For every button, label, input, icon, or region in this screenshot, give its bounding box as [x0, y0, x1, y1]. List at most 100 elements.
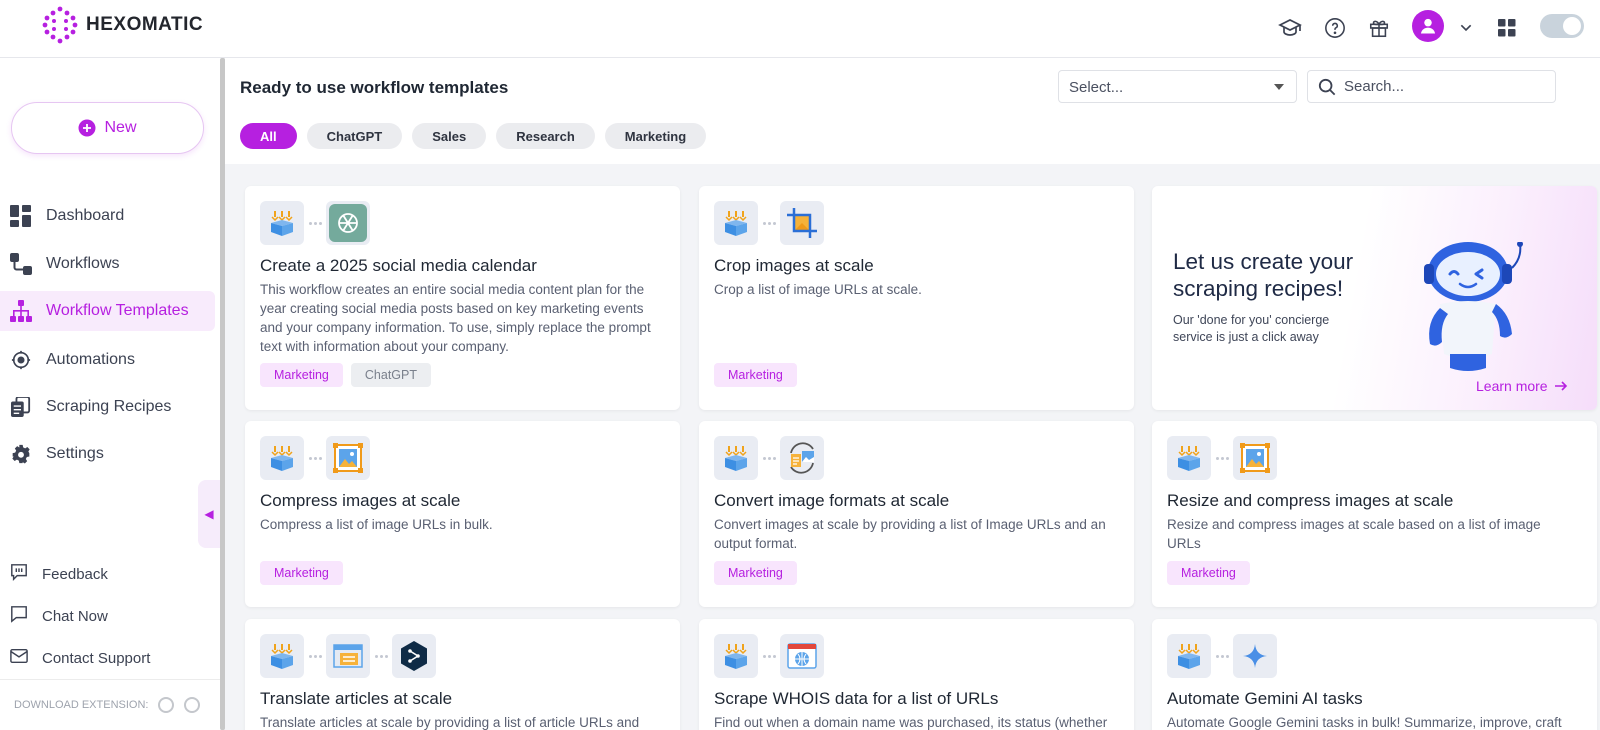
template-card[interactable]: Convert image formats at scale Convert i… — [699, 421, 1134, 607]
tag-marketing[interactable]: Marketing — [260, 561, 343, 585]
promo-card[interactable]: Let us create your scraping recipes! Our… — [1152, 186, 1597, 410]
contact-support-link[interactable]: Contact Support — [0, 640, 215, 676]
card-title: Create a 2025 social media calendar — [260, 256, 537, 275]
template-card[interactable]: Compress images at scale Compress a list… — [245, 421, 680, 607]
connector-dots — [1211, 654, 1233, 658]
plus-circle-icon — [78, 119, 96, 137]
chevron-down-icon[interactable] — [1453, 15, 1479, 41]
chrome-extension-icon[interactable] — [158, 696, 175, 713]
main-header: Ready to use workflow templates Select..… — [225, 58, 1600, 164]
tag-chatgpt[interactable]: ChatGPT — [350, 363, 431, 387]
contact-support-label: Contact Support — [42, 649, 151, 667]
deepl-icon — [392, 634, 436, 678]
card-description: Convert images at scale by providing a l… — [714, 517, 1106, 551]
help-icon[interactable] — [1322, 15, 1348, 41]
data-input-icon — [1167, 634, 1211, 678]
card-description: Compress a list of image URLs in bulk. — [260, 517, 493, 532]
category-select-value: Select... — [1069, 79, 1124, 96]
template-card[interactable]: Crop images at scale Crop a list of imag… — [699, 186, 1134, 410]
sidebar-item-workflows[interactable]: Workflows — [0, 244, 215, 284]
card-title: Resize and compress images at scale — [1167, 491, 1454, 510]
template-card[interactable]: Translate articles at scale Translate ar… — [245, 619, 680, 730]
sidebar-item-scraping-recipes[interactable]: Scraping Recipes — [0, 387, 215, 427]
category-select[interactable]: Select... — [1058, 70, 1297, 103]
tag-marketing[interactable]: Marketing — [1167, 561, 1250, 585]
theme-toggle[interactable] — [1540, 14, 1584, 38]
connector-dots — [758, 654, 780, 658]
automations-icon — [10, 349, 32, 371]
search-box — [1307, 70, 1556, 103]
chip-all[interactable]: All — [240, 123, 297, 149]
search-input[interactable] — [1344, 78, 1544, 95]
sidebar-item-settings[interactable]: Settings — [0, 434, 215, 474]
sidebar: New Dashboard Workflows Workflow Templat… — [0, 58, 221, 730]
data-input-icon — [260, 634, 304, 678]
card-title: Compress images at scale — [260, 491, 461, 510]
gear-icon — [10, 443, 32, 465]
data-input-icon — [714, 201, 758, 245]
caret-down-icon — [1274, 84, 1284, 90]
chip-research[interactable]: Research — [496, 123, 595, 149]
connector-dots — [1211, 456, 1233, 460]
connector-dots — [758, 221, 780, 225]
mail-icon — [10, 648, 28, 668]
gift-icon[interactable] — [1366, 15, 1392, 41]
connector-dots — [304, 456, 326, 460]
scraping-recipes-icon — [10, 396, 32, 418]
chip-chatgpt[interactable]: ChatGPT — [306, 123, 403, 149]
data-input-icon — [260, 436, 304, 480]
card-description: Find out when a domain name was purchase… — [714, 715, 1108, 730]
template-card[interactable]: Create a 2025 social media calendar This… — [245, 186, 680, 410]
workflow-templates-icon — [10, 300, 32, 322]
chat-icon — [10, 605, 28, 627]
article-scraper-icon — [326, 634, 370, 678]
chatgpt-icon — [326, 201, 370, 245]
download-extension-label: DOWNLOAD EXTENSION: — [14, 698, 149, 711]
collapse-sidebar-button[interactable]: ◀ — [198, 480, 220, 548]
robot-illustration — [1424, 242, 1523, 371]
sidebar-item-dashboard[interactable]: Dashboard — [0, 196, 215, 236]
app-logo[interactable]: HEXOMATIC — [40, 5, 203, 45]
new-button-label: New — [104, 119, 137, 136]
chat-now-link[interactable]: Chat Now — [0, 598, 215, 634]
search-icon — [1318, 78, 1336, 95]
new-button[interactable]: New — [11, 102, 204, 154]
sidebar-item-workflow-templates[interactable]: Workflow Templates — [0, 291, 215, 331]
sidebar-item-label: Settings — [46, 445, 104, 462]
sidebar-item-label: Automations — [46, 351, 135, 368]
card-description: Crop a list of image URLs at scale. — [714, 282, 922, 297]
category-chips: All ChatGPT Sales Research Marketing — [240, 123, 707, 149]
sidebar-item-label: Scraping Recipes — [46, 398, 172, 415]
chevron-left-icon: ◀ — [204, 507, 214, 521]
template-card[interactable]: Scrape WHOIS data for a list of URLs Fin… — [699, 619, 1134, 730]
tag-marketing[interactable]: Marketing — [714, 561, 797, 585]
image-convert-icon — [780, 436, 824, 480]
connector-dots — [370, 654, 392, 658]
template-card[interactable]: Resize and compress images at scale Resi… — [1152, 421, 1597, 607]
tag-marketing[interactable]: Marketing — [714, 363, 797, 387]
chip-sales[interactable]: Sales — [412, 123, 487, 149]
apps-grid-icon[interactable] — [1494, 15, 1520, 41]
data-input-icon — [714, 436, 758, 480]
learn-more-label: Learn more — [1476, 378, 1548, 394]
image-resize-icon — [1233, 436, 1277, 480]
whois-globe-icon — [780, 634, 824, 678]
feedback-link[interactable]: Feedback — [0, 556, 215, 592]
academy-icon[interactable] — [1277, 15, 1303, 41]
template-card[interactable]: Automate Gemini AI tasks Automate Google… — [1152, 619, 1597, 730]
data-input-icon — [260, 201, 304, 245]
firefox-extension-icon[interactable] — [184, 696, 201, 713]
avatar[interactable] — [1412, 10, 1444, 42]
user-icon — [1420, 18, 1436, 34]
tag-marketing[interactable]: Marketing — [260, 363, 343, 387]
sidebar-item-label: Workflow Templates — [46, 302, 189, 319]
sidebar-item-automations[interactable]: Automations — [0, 340, 215, 380]
learn-more-link[interactable]: Learn more — [1476, 378, 1568, 394]
page-title: Ready to use workflow templates — [240, 78, 509, 97]
feedback-label: Feedback — [42, 565, 108, 583]
download-extension-row: DOWNLOAD EXTENSION: — [0, 679, 221, 729]
chip-marketing[interactable]: Marketing — [604, 123, 707, 149]
promo-title: Let us create your scraping recipes! — [1173, 249, 1354, 301]
card-description: This workflow creates an entire social m… — [260, 282, 651, 354]
gemini-icon — [1233, 634, 1277, 678]
